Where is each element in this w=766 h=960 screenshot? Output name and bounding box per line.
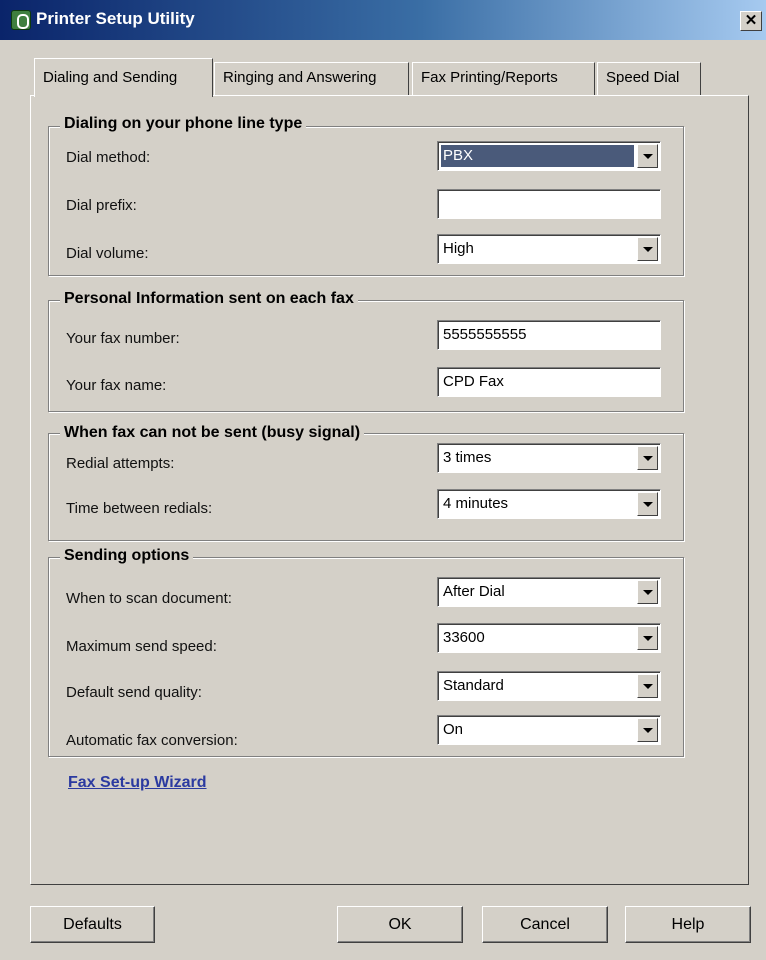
redial-attempts-select[interactable]: 3 times [437,443,661,473]
tab-fax-printing-reports[interactable]: Fax Printing/Reports [412,62,595,95]
defaults-button[interactable]: Defaults [30,906,155,943]
dial-prefix-input[interactable] [437,189,661,219]
chevron-down-icon[interactable] [637,674,658,698]
chevron-down-icon[interactable] [637,626,658,650]
ok-button[interactable]: OK [337,906,463,943]
tab-dialing-and-sending[interactable]: Dialing and Sending [34,58,213,97]
chevron-down-icon[interactable] [637,446,658,470]
fax-conversion-select[interactable]: On [437,715,661,745]
dialing-group-title: Dialing on your phone line type [60,115,307,133]
scan-document-value: After Dial [443,583,505,600]
redial-attempts-label: Redial attempts: [66,455,175,472]
tab-ringing-and-answering[interactable]: Ringing and Answering [214,62,409,95]
time-between-redials-value: 4 minutes [443,495,509,512]
printer-utility-icon [11,10,31,30]
sending-options-group-title: Sending options [60,547,194,565]
personal-info-group-title: Personal Information sent on each fax [60,290,358,308]
close-icon[interactable]: ✕ [740,11,762,31]
dial-prefix-label: Dial prefix: [66,197,137,214]
dial-method-value: PBX [443,147,474,164]
help-button[interactable]: Help [625,906,751,943]
scan-document-select[interactable]: After Dial [437,577,661,607]
chevron-down-icon[interactable] [637,718,658,742]
max-send-speed-select[interactable]: 33600 [437,623,661,653]
tab-label: Dialing and Sending [43,69,178,86]
chevron-down-icon[interactable] [637,237,658,261]
fax-conversion-value: On [443,721,464,738]
title-bar[interactable]: Printer Setup Utility ✕ [0,0,766,40]
dial-method-label: Dial method: [66,149,151,166]
send-quality-select[interactable]: Standard [437,671,661,701]
send-quality-value: Standard [443,677,504,694]
window-title: Printer Setup Utility [36,9,195,28]
time-between-redials-label: Time between redials: [66,500,213,517]
dial-volume-value: High [443,240,474,257]
fax-setup-wizard-link[interactable]: Fax Set-up Wizard [68,774,207,792]
busy-signal-group-title: When fax can not be sent (busy signal) [60,424,365,442]
send-quality-label: Default send quality: [66,684,202,701]
dial-volume-label: Dial volume: [66,245,149,262]
fax-number-label: Your fax number: [66,330,180,347]
fax-conversion-label: Automatic fax conversion: [66,732,238,749]
time-between-redials-select[interactable]: 4 minutes [437,489,661,519]
redial-attempts-value: 3 times [443,449,492,466]
dial-method-select[interactable]: PBX [437,141,661,171]
fax-name-input[interactable]: CPD Fax [437,367,661,397]
fax-number-value: 5555555555 [443,326,527,343]
tab-label: Ringing and Answering [223,69,377,86]
tab-label: Fax Printing/Reports [421,69,558,86]
tab-speed-dial[interactable]: Speed Dial [597,62,701,95]
chevron-down-icon[interactable] [637,492,658,516]
dial-volume-select[interactable]: High [437,234,661,264]
tab-label: Speed Dial [606,69,680,86]
max-send-speed-value: 33600 [443,629,485,646]
cancel-button[interactable]: Cancel [482,906,608,943]
chevron-down-icon[interactable] [637,144,658,168]
fax-name-value: CPD Fax [443,373,504,390]
scan-document-label: When to scan document: [66,590,232,607]
fax-number-input[interactable]: 5555555555 [437,320,661,350]
chevron-down-icon[interactable] [637,580,658,604]
max-send-speed-label: Maximum send speed: [66,638,217,655]
fax-name-label: Your fax name: [66,377,167,394]
